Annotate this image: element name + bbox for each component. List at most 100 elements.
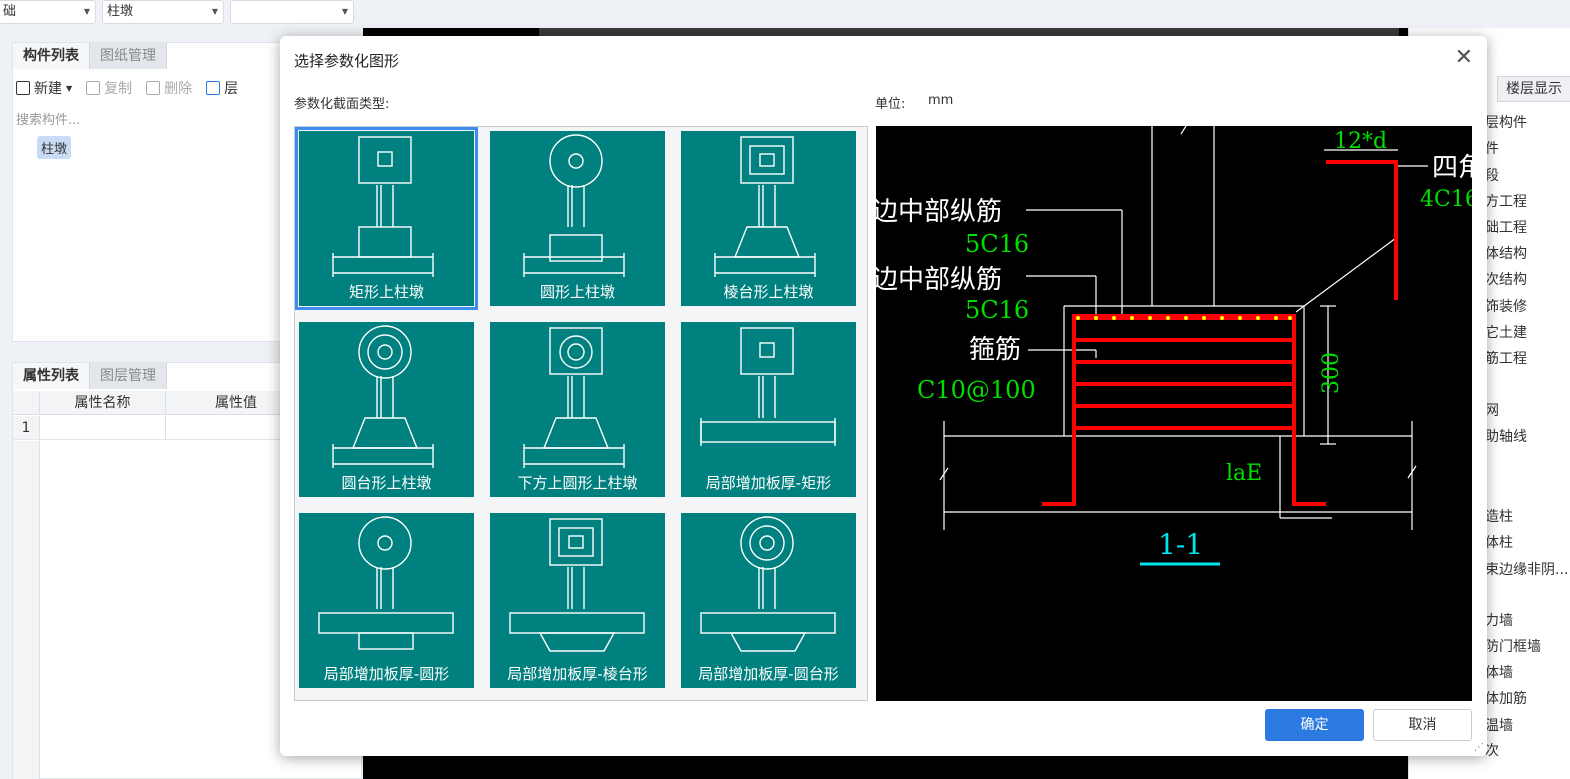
shape-option-label: 圆形上柱墩 <box>539 283 615 301</box>
shape-glyph-icon <box>700 327 836 446</box>
shape-tile: 矩形上柱墩 <box>299 131 474 306</box>
tab-floor-display[interactable]: 楼层显示 <box>1497 76 1570 102</box>
shape-glyph-icon <box>509 518 645 652</box>
shape-option-label: 局部增加板厚-圆台形 <box>698 665 839 683</box>
shape-glyph-icon <box>700 516 836 652</box>
section-drawing: 边中部纵筋 5C16 边中部纵筋 5C16 箍筋 C10@100 四角 4C16… <box>876 126 1472 566</box>
floor-tree-item[interactable]: 件 <box>1485 138 1570 158</box>
row-number: 1 <box>13 416 40 439</box>
property-tabs: 属性列表 图层管理 <box>13 363 167 389</box>
property-name-cell[interactable] <box>40 416 166 439</box>
stirrup-label: 箍筋 <box>969 335 1021 365</box>
shape-option-square-circle-top[interactable]: 下方上圆形上柱墩 <box>486 318 669 501</box>
chevron-down-icon: ▼ <box>211 7 218 16</box>
floor-tree-item[interactable]: 段 <box>1485 165 1570 185</box>
row-number-gutter <box>13 441 40 779</box>
floor-tree-item[interactable]: 束边缘非阴... <box>1485 559 1570 579</box>
layer-copy-button[interactable]: 层 <box>206 78 238 98</box>
component-type-combo[interactable]: 柱墩 ▼ <box>102 0 224 24</box>
floor-tree-item[interactable]: 温墙 <box>1485 715 1570 735</box>
tab-property-list[interactable]: 属性列表 <box>13 363 90 389</box>
row-number-header <box>13 391 40 414</box>
chevron-down-icon: ▼ <box>66 83 73 93</box>
delete-button-label: 删除 <box>164 81 193 97</box>
longitudinal-rebar-label-1: 边中部纵筋 <box>876 197 1002 227</box>
component-item[interactable]: 柱墩 <box>37 136 72 159</box>
longitudinal-rebar-label-2: 边中部纵筋 <box>876 265 1002 295</box>
shape-glyph-icon <box>714 136 816 277</box>
floor-tree-item[interactable]: 次结构 <box>1485 269 1570 289</box>
floor-tree-item[interactable]: 体墙 <box>1485 662 1570 682</box>
delete-button[interactable]: 删除 <box>146 78 192 98</box>
floor-tree-item[interactable]: 力墙 <box>1485 610 1570 630</box>
shape-option-label: 棱台形上柱墩 <box>723 283 814 301</box>
shape-option-cone-top[interactable]: 圆台形上柱墩 <box>295 318 478 501</box>
tab-layer-management[interactable]: 图层管理 <box>90 363 167 389</box>
component-toolbar: 新建 ▼ 复制 删除 层 <box>16 78 238 98</box>
component-search-input[interactable]: 搜索构件... <box>16 109 80 128</box>
shape-tile: 棱台形上柱墩 <box>681 131 856 306</box>
floor-tree-item[interactable]: 体柱 <box>1485 532 1570 552</box>
shape-option-label: 局部增加板厚-棱台形 <box>507 665 648 683</box>
floor-tree-item[interactable]: 防门框墙 <box>1485 636 1570 656</box>
shape-tile: 下方上圆形上柱墩 <box>490 322 665 497</box>
shape-option-circle-top[interactable]: 圆形上柱墩 <box>486 127 669 310</box>
shape-option-rect-top[interactable]: 矩形上柱墩 <box>295 127 478 310</box>
section-preview: 边中部纵筋 5C16 边中部纵筋 5C16 箍筋 C10@100 四角 4C16… <box>876 126 1472 701</box>
component-type-value: 柱墩 <box>107 4 134 19</box>
tab-drawing-management[interactable]: 图纸管理 <box>90 43 167 69</box>
floor-tree-item[interactable]: 次 <box>1485 740 1570 760</box>
canvas-top-band <box>539 28 1399 36</box>
shape-option-frustum-top[interactable]: 棱台形上柱墩 <box>677 127 860 310</box>
floor-tree-item[interactable]: 它土建 <box>1485 322 1570 342</box>
layer-copy-label: 层 <box>224 81 239 97</box>
chevron-down-icon: ▼ <box>341 7 348 16</box>
stirrup-value: C10@100 <box>917 376 1036 404</box>
shape-glyph-icon <box>523 327 625 468</box>
shape-option-slab-rect[interactable]: 局部增加板厚-矩形 <box>677 318 860 501</box>
resize-grip-icon[interactable]: ⋰ <box>1474 742 1484 753</box>
component-tabs: 构件列表 图纸管理 <box>13 43 167 69</box>
ok-button[interactable]: 确定 <box>1265 709 1364 741</box>
shape-tile: 局部增加板厚-圆台形 <box>681 513 856 688</box>
floor-combo-value: 础 <box>3 4 17 19</box>
parametric-shape-dialog: 选择参数化图形 ✕ 参数化截面类型: 单位: mm 矩形上柱墩 圆形上柱墩 棱台形上… <box>280 36 1487 756</box>
floor-tree-item[interactable]: 网 <box>1485 400 1570 420</box>
trash-icon <box>146 81 161 95</box>
component-name-combo[interactable]: ▼ <box>230 0 354 24</box>
close-icon[interactable]: ✕ <box>1455 46 1473 70</box>
floor-tree-item[interactable]: 筋工程 <box>1485 348 1570 368</box>
shape-option-label: 局部增加板厚-圆形 <box>323 665 450 683</box>
floor-tree-item[interactable]: 础工程 <box>1485 217 1570 237</box>
floor-combo[interactable]: 础 ▼ <box>0 0 96 24</box>
property-name-header: 属性名称 <box>40 391 166 414</box>
shape-glyph-icon <box>318 516 454 650</box>
floor-tree-item[interactable]: 体结构 <box>1485 243 1570 263</box>
floor-tree-item[interactable]: 造柱 <box>1485 506 1570 526</box>
shape-tile: 局部增加板厚-圆形 <box>299 513 474 688</box>
tab-component-list[interactable]: 构件列表 <box>13 43 90 69</box>
layers-icon <box>206 81 221 95</box>
unit-value: mm <box>928 93 954 108</box>
shape-glyph-icon <box>523 134 625 277</box>
copy-button[interactable]: 复制 <box>86 78 132 98</box>
shape-tile: 局部增加板厚-棱台形 <box>490 513 665 688</box>
copy-button-label: 复制 <box>104 81 133 97</box>
floor-tree-item[interactable]: 助轴线 <box>1485 426 1570 446</box>
shape-option-slab-circle[interactable]: 局部增加板厚-圆形 <box>295 509 478 692</box>
shape-option-slab-cone[interactable]: 局部增加板厚-圆台形 <box>677 509 860 692</box>
floor-tree-item[interactable]: 层构件 <box>1485 112 1570 132</box>
shape-tile: 圆台形上柱墩 <box>299 322 474 497</box>
shape-option-slab-frustum[interactable]: 局部增加板厚-棱台形 <box>486 509 669 692</box>
longitudinal-rebar-value-1: 5C16 <box>965 230 1029 258</box>
floor-tree-item[interactable]: 饰装修 <box>1485 296 1570 316</box>
corner-rebar-value: 4C16 <box>1420 187 1472 212</box>
cancel-button[interactable]: 取消 <box>1373 709 1472 741</box>
longitudinal-rebar-value-2: 5C16 <box>965 296 1029 324</box>
shape-glyph-icon <box>332 136 434 277</box>
new-button[interactable]: 新建 ▼ <box>16 78 72 98</box>
floor-tree-item[interactable]: 体加筋 <box>1485 688 1570 708</box>
floor-tree-item[interactable]: 方工程 <box>1485 191 1570 211</box>
shape-option-label: 下方上圆形上柱墩 <box>517 474 638 492</box>
section-type-label: 参数化截面类型: <box>294 97 390 112</box>
